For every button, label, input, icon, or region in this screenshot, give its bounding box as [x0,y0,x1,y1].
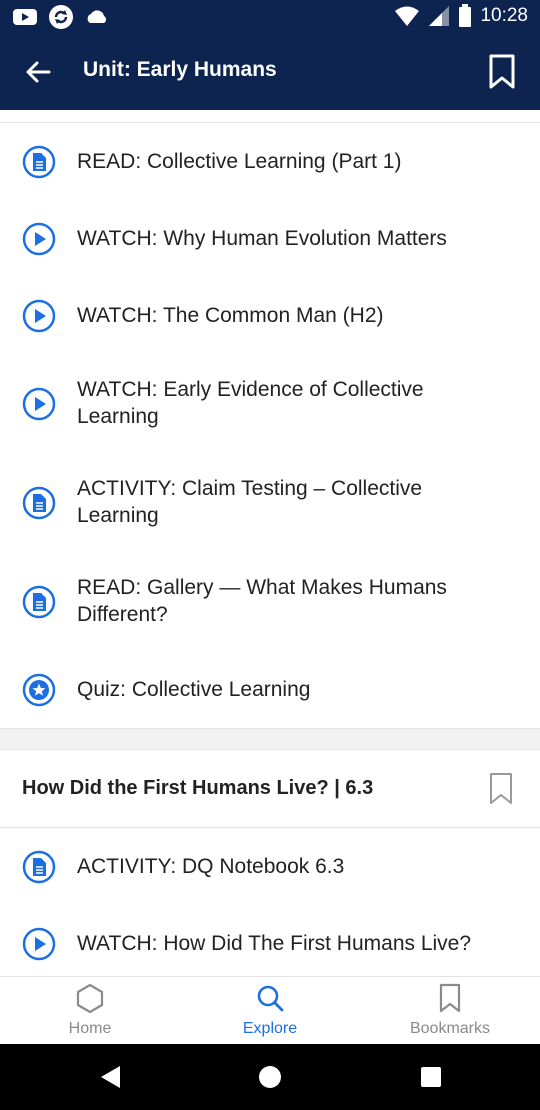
bookmark-icon [439,983,461,1013]
section-header[interactable]: How Did the First Humans Live? | 6.3 [0,750,540,828]
section-title: How Did the First Humans Live? | 6.3 [22,777,374,799]
recents-square-icon[interactable] [420,1066,442,1088]
lesson-list[interactable]: READ: Collective Learning (Part 1) WATCH… [0,110,540,976]
arrow-left-icon[interactable] [22,56,54,88]
list-item[interactable]: ACTIVITY: Claim Testing – Collective Lea… [0,474,540,534]
sync-icon [49,5,73,29]
document-icon [22,486,56,520]
battery-icon [459,4,472,27]
bookmark-outline-icon[interactable] [489,772,513,806]
status-bar: 10:28 [0,0,540,34]
youtube-icon [13,9,37,25]
document-icon [22,850,56,884]
star-icon [22,673,56,707]
play-icon [22,927,56,961]
document-icon [22,585,56,619]
item-label: WATCH: Early Evidence of Collective Lear… [77,378,424,428]
list-item[interactable]: WATCH: How Did The First Humans Live? [0,926,540,962]
hexagon-icon [76,983,104,1013]
play-icon [22,387,56,421]
list-item[interactable]: Quiz: Collective Learning [0,672,540,708]
search-icon [257,985,284,1012]
item-label: WATCH: Why Human Evolution Matters [77,227,447,250]
divider [0,122,540,123]
tab-label: Bookmarks [409,1020,491,1037]
list-item[interactable]: WATCH: The Common Man (H2) [0,298,540,334]
list-item[interactable]: WATCH: Early Evidence of Collective Lear… [0,375,540,435]
page-title: Unit: Early Humans [83,58,277,81]
back-triangle-icon[interactable] [99,1065,123,1089]
tab-label: Explore [242,1020,298,1037]
item-label: ACTIVITY: Claim Testing – Collective Lea… [77,477,423,527]
system-nav-bar [0,1044,540,1110]
tab-label: Home [68,1020,112,1037]
wifi-icon [395,6,420,26]
tab-explore[interactable]: Explore [180,977,360,1045]
tab-home[interactable]: Home [0,977,180,1045]
status-time: 10:28 [480,5,528,26]
list-item[interactable]: ACTIVITY: DQ Notebook 6.3 [0,849,540,885]
item-label: READ: Gallery — What Makes Humans Differ… [77,576,447,626]
bookmark-outline-icon[interactable] [488,54,516,90]
item-label: WATCH: How Did The First Humans Live? [77,932,472,955]
item-label: ACTIVITY: DQ Notebook 6.3 [77,855,345,878]
item-label: WATCH: The Common Man (H2) [77,304,384,327]
play-icon [22,299,56,333]
app-bar: Unit: Early Humans [0,34,540,110]
item-label: READ: Collective Learning (Part 1) [77,150,402,173]
bottom-nav: Home Explore Bookmarks [0,976,540,1044]
list-item[interactable]: READ: Gallery — What Makes Humans Differ… [0,573,540,633]
section-separator [0,728,540,750]
play-icon [22,222,56,256]
document-icon [22,145,56,179]
list-item[interactable]: WATCH: Why Human Evolution Matters [0,221,540,257]
cloud-icon [87,10,107,23]
signal-icon [429,6,450,26]
item-label: Quiz: Collective Learning [77,678,311,701]
tab-bookmarks[interactable]: Bookmarks [360,977,540,1045]
list-item[interactable]: READ: Collective Learning (Part 1) [0,144,540,180]
home-circle-icon[interactable] [258,1065,282,1089]
